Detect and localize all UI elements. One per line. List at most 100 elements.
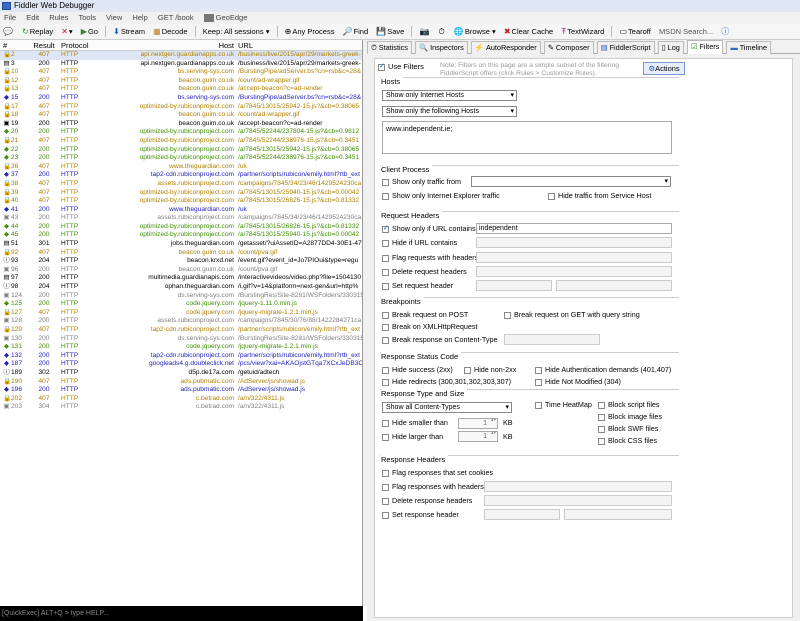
table-row[interactable]: 🔒18 407 HTTP beacon.guim.co.uk/count/ad-wra… [0,111,362,120]
hide-smaller-spinner[interactable]: 1 [458,417,498,429]
hide-smaller-checkbox[interactable]: Hide smaller than [382,418,448,427]
tab-log[interactable]: ▯ Log [657,41,684,54]
timer-button[interactable]: ⏱ [436,24,449,40]
menu-help[interactable]: Help [128,12,151,24]
break-content-type-input[interactable] [504,334,600,345]
textwizard-button[interactable]: ŦTextWizard [558,24,607,40]
menu-get-book[interactable]: GET /book [154,12,198,24]
hide-304-checkbox[interactable]: Hide Not Modified (304) [535,377,621,386]
show-only-traffic-from-check[interactable] [382,178,389,186]
block-swf-check[interactable] [598,425,605,433]
menu-tools[interactable]: Tools [75,12,101,24]
flag-request-headers-input[interactable] [476,252,672,263]
tab-timeline[interactable]: ▬ Timeline [726,41,772,54]
tab-fiddlerscript[interactable]: ▤ FiddlerScript [596,41,655,54]
keep-sessions-dropdown[interactable]: Keep: All sessions ▾ [200,24,273,40]
hide-redirects-check[interactable] [382,378,389,386]
table-row[interactable]: 🔒129 407 HTTP tap2-cdn.rubiconproject.com/p… [0,326,362,335]
hide-larger-checkbox[interactable]: Hide larger than [382,432,443,441]
table-row[interactable]: 🔒40 407 HTTP optimized-by.rubiconproject.co… [0,197,362,206]
column-header-url[interactable]: URL [238,40,362,51]
go-button[interactable]: ▶Go [78,24,101,40]
tab-inspectors[interactable]: 🔍 Inspectors [415,41,468,54]
hide-if-url-input[interactable] [476,237,672,248]
table-row[interactable]: ▤3 200 HTTP api.nextgen.guardianapps.co.uk /… [0,60,362,69]
find-button[interactable]: 🔎Find [340,24,372,40]
content-types-select[interactable]: Show all Content-Types [382,402,512,413]
table-row[interactable]: 🔒2 407 HTTP api.nextgen.guardianapps.co.uk /… [0,51,362,60]
block-script-check[interactable] [598,401,605,409]
flag-response-headers-check[interactable] [382,483,389,491]
hide-2xx-check[interactable] [382,366,389,374]
hide-redirects-checkbox[interactable]: Hide redirects (300,301,302,303,307) [382,377,511,386]
table-row[interactable]: ▤97 200 HTTP multimedia.guardianapis.com/in… [0,274,362,283]
table-row[interactable]: ◆ 15 200 HTTP bs.serving-sys.com/BurstingPip… [0,94,362,103]
delete-response-headers-check[interactable] [382,497,389,505]
break-post-check[interactable] [382,311,389,319]
time-heatmap-check[interactable] [535,401,542,409]
hosts-list-input[interactable]: www.independent.ie; [382,121,672,154]
decode-button[interactable]: ▦Decode [150,24,190,40]
hide-service-host-checkbox[interactable]: Hide traffic from Service Host [548,191,651,200]
table-row[interactable]: 🔒13 407 HTTP beacon.guim.co.uk/accept-beaco… [0,85,362,94]
show-only-ie-checkbox[interactable]: Show only Internet Explorer traffic [382,191,500,200]
table-row[interactable]: 🔒39 407 HTTP optimized-by.rubiconproject.co… [0,189,362,198]
hide-2xx-checkbox[interactable]: Hide success (2xx) [382,365,453,374]
block-image-checkbox[interactable]: Block image files [598,412,662,421]
delete-response-headers-checkbox[interactable]: Delete response headers [382,496,472,505]
table-row[interactable]: 🔒190 407 HTTP ads.pubmatic.com/AdServer/js/… [0,378,362,387]
any-process-button[interactable]: ⊕Any Process [282,24,338,40]
flag-cookies-check[interactable] [382,469,389,477]
set-request-header-checkbox[interactable]: Set request header [382,281,453,290]
table-row[interactable]: ⓘ98 204 HTTP ophan.theguardian.com/i.gif?v=… [0,283,362,292]
block-css-checkbox[interactable]: Block CSS files [598,436,657,445]
set-response-header-check[interactable] [382,511,389,519]
clear-cache-button[interactable]: ✖Clear Cache [501,24,556,40]
table-row[interactable]: ▣96 200 HTTP beacon.guim.co.uk/count/pva.gi… [0,266,362,275]
break-get-check[interactable] [504,311,511,319]
tearoff-button[interactable]: ▭Tearoff [616,24,653,40]
help-button[interactable]: ⓘ [718,24,733,40]
hide-auth-checkbox[interactable]: Hide Authentication demands (401,407) [535,365,671,374]
delete-request-headers-input[interactable] [476,266,672,277]
set-response-header-checkbox[interactable]: Set response header [382,510,459,519]
use-filters-check[interactable] [378,62,385,71]
table-row[interactable]: ⓘ93 204 HTTP beacon.krxd.net/event.gif?even… [0,257,362,266]
block-image-check[interactable] [598,413,605,421]
block-swf-checkbox[interactable]: Block SWF files [598,424,658,433]
block-script-checkbox[interactable]: Block script files [598,400,660,409]
table-row[interactable]: ◆ 41 200 HTTP www.theguardian.com/uk [0,206,362,215]
quickexec-input[interactable]: [QuickExec] ALT+Q > type HELP... [0,606,363,621]
table-row[interactable]: 🔒127 407 HTTP code.jquery.com/jquery-migrat… [0,309,362,318]
table-row[interactable]: ▣130 200 HTTP ds.serving-sys.com/BurstingRe… [0,335,362,344]
table-row[interactable]: ◆ 23 200 HTTP optimized-by.rubiconproject.co… [0,154,362,163]
set-response-header-name-input[interactable] [484,509,560,520]
column-header-result[interactable]: Result [32,40,56,51]
flag-request-headers-checkbox[interactable]: Flag requests with headers [382,253,478,262]
time-heatmap-checkbox[interactable]: Time HeatMap [535,400,592,409]
menu-edit[interactable]: Edit [22,12,43,24]
flag-response-headers-input[interactable] [484,481,672,492]
tab-filters[interactable]: ☑ Filters [686,40,724,54]
table-row[interactable]: ◆ 20 200 HTTP optimized-by.rubiconproject.co… [0,128,362,137]
break-xhr-checkbox[interactable]: Break on XMLHttpRequest [382,322,478,331]
hosts-zone-select[interactable]: Show only Internet Hosts [382,90,517,101]
hosts-mode-select[interactable]: Show only the following Hosts [382,106,517,117]
block-css-check[interactable] [598,437,605,445]
tab-statistics[interactable]: ⏱ Statistics [367,41,412,54]
set-response-header-value-input[interactable] [564,509,672,520]
break-content-type-check[interactable] [382,336,389,344]
remove-button[interactable]: ✕X▾ [58,24,75,40]
column-header-host[interactable]: Host [101,40,234,51]
hide-service-host-check[interactable] [548,192,555,200]
flag-response-headers-checkbox[interactable]: Flag responses with headers [382,482,484,491]
table-row[interactable]: 🔒12 407 HTTP beacon.guim.co.uk/count/ad-wra… [0,77,362,86]
set-request-header-value-input[interactable] [556,280,672,291]
hide-larger-spinner[interactable]: 1 [458,431,498,442]
stream-button[interactable]: ⬇Stream [110,24,148,40]
table-row[interactable]: ⓘ189 302 HTTP d5p.de17a.com/getuid/adtech [0,369,362,378]
table-row[interactable]: ▤51 301 HTTP jobs.theguardian.com/getasset/… [0,240,362,249]
show-only-traffic-from-checkbox[interactable]: Show only traffic from [382,177,461,186]
tab-composer[interactable]: ✎ Composer [543,41,594,54]
menu-geoedge[interactable]: GeoEdge [200,12,252,24]
